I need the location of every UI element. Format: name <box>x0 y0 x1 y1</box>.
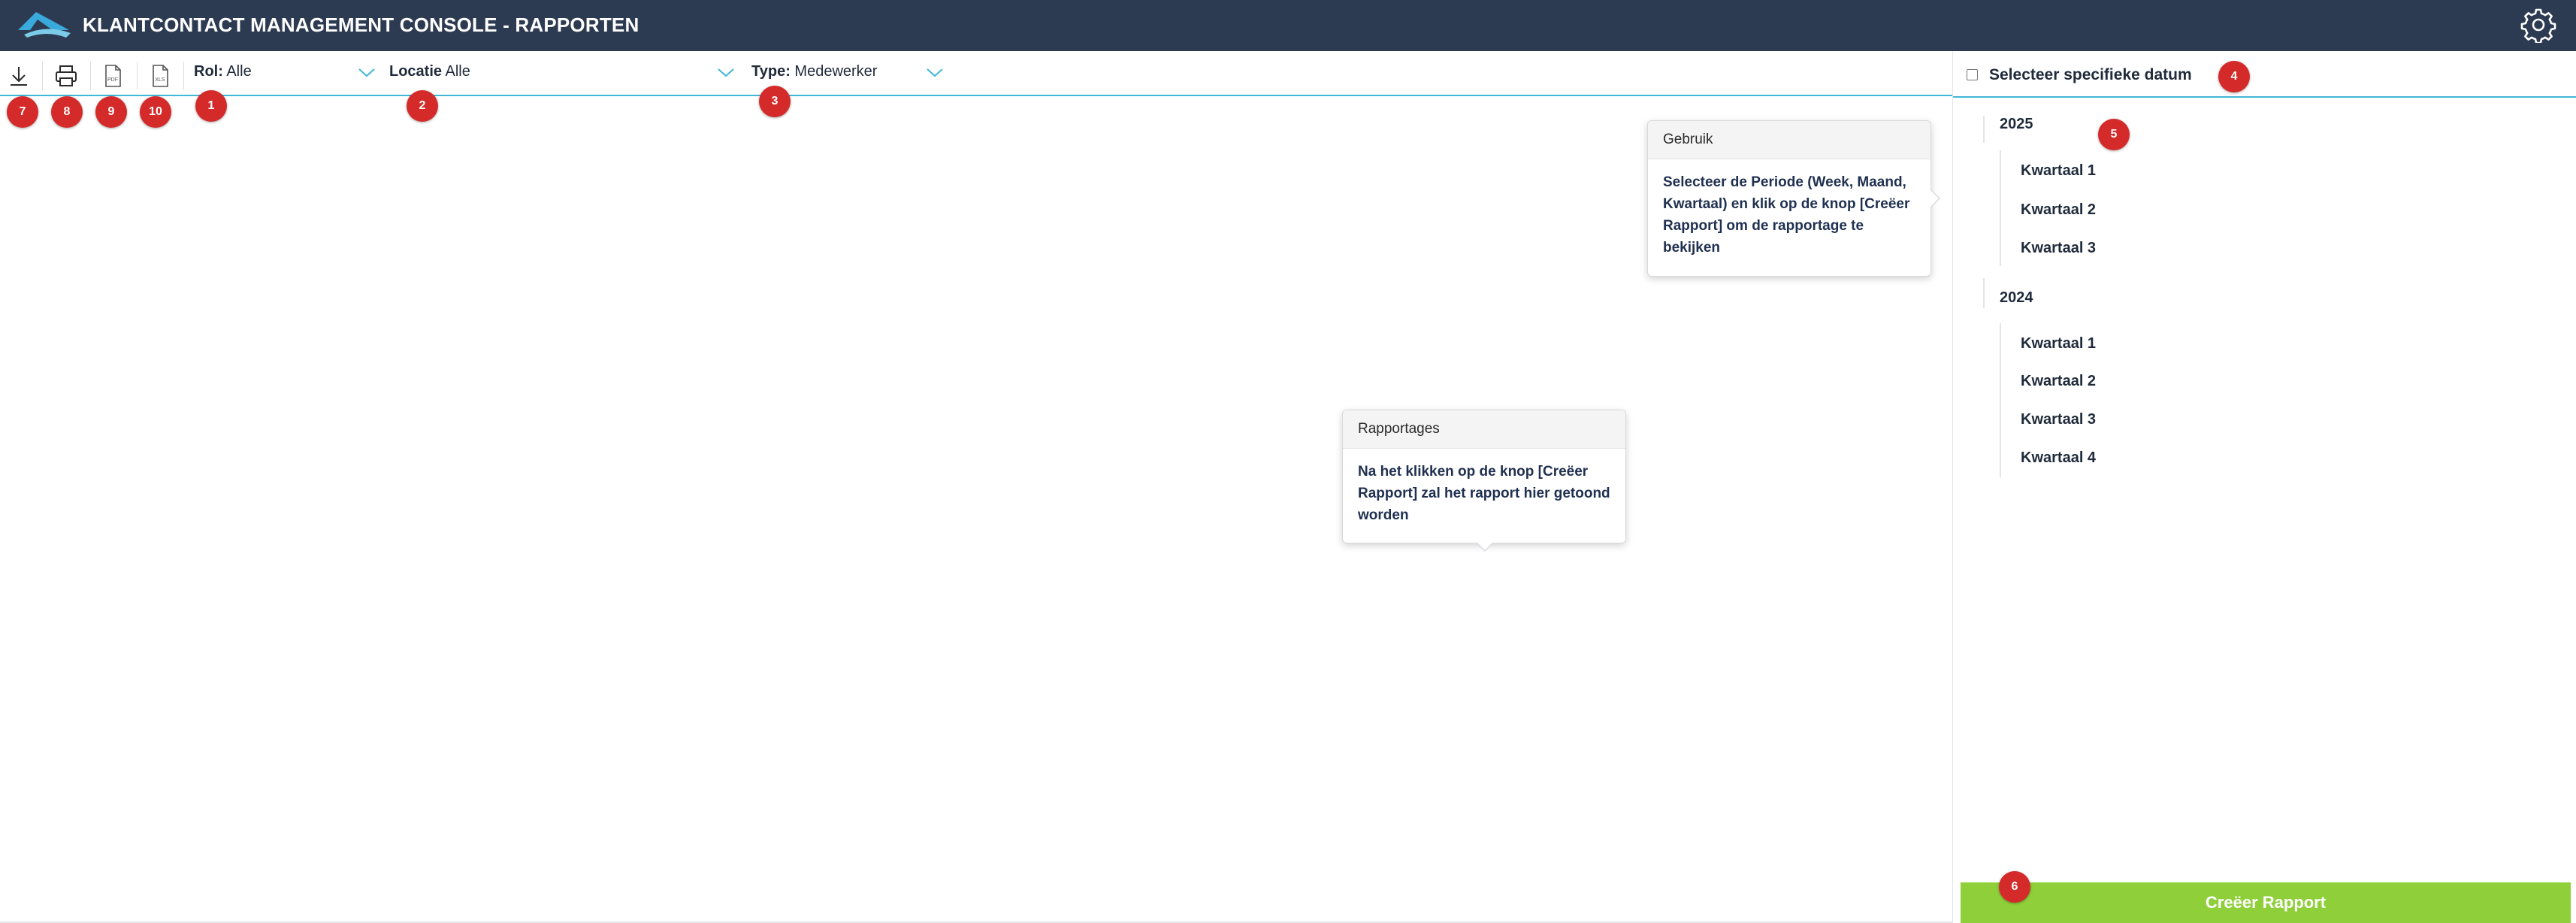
tree-quarter-2024-3[interactable]: Kwartaal 3 <box>2021 411 2096 428</box>
marker-2: 2 <box>407 90 438 122</box>
specific-date-row: Selecteer specifieke datum <box>1953 51 2576 98</box>
filter-role[interactable]: Rol: Alle <box>194 63 252 87</box>
tree-quarter-2024-4[interactable]: Kwartaal 4 <box>2021 449 2096 467</box>
svg-text:XLS: XLS <box>155 77 165 83</box>
app-header: KLANTCONTACT MANAGEMENT CONSOLE - RAPPOR… <box>0 0 2576 51</box>
marker-1: 1 <box>195 90 227 122</box>
pdf-icon[interactable]: PDF <box>100 63 125 89</box>
filter-type[interactable]: Type: Medewerker <box>751 63 877 87</box>
toolbar-divider <box>42 62 43 90</box>
tree-line <box>2000 323 2001 477</box>
reports-popover-title: Rapportages <box>1343 410 1625 449</box>
download-icon[interactable] <box>6 63 32 89</box>
specific-date-label[interactable]: Selecteer specifieke datum <box>1989 66 2192 84</box>
app-title: KLANTCONTACT MANAGEMENT CONSOLE - RAPPOR… <box>83 14 639 36</box>
reports-popover: Rapportages Na het klikken op de knop [C… <box>1342 410 1626 543</box>
filter-type-value: Medewerker <box>794 63 878 80</box>
chevron-down-icon[interactable] <box>358 68 376 78</box>
filter-location-value: Alle <box>445 63 470 80</box>
tree-line <box>1983 278 1985 308</box>
tree-quarter-2024-1[interactable]: Kwartaal 1 <box>2021 335 2096 353</box>
filter-location[interactable]: Locatie Alle <box>389 63 470 87</box>
svg-text:PDF: PDF <box>107 77 118 83</box>
print-icon[interactable] <box>53 63 79 89</box>
filter-type-label: Type: <box>751 63 791 80</box>
toolbar-divider <box>137 62 138 90</box>
marker-4: 4 <box>2218 61 2250 92</box>
marker-10: 10 <box>140 96 171 128</box>
tree-year-2025[interactable]: 2025 <box>2000 116 2033 133</box>
marker-3: 3 <box>759 86 791 117</box>
marker-9: 9 <box>95 96 127 128</box>
tree-line <box>2000 150 2001 266</box>
toolbar-divider <box>90 62 91 90</box>
wave-logo-icon <box>18 12 71 38</box>
filter-location-label: Locatie <box>389 63 443 80</box>
tree-year-2024[interactable]: 2024 <box>2000 289 2033 307</box>
popover-arrow <box>1477 542 1493 550</box>
marker-8: 8 <box>51 96 83 128</box>
marker-5: 5 <box>2098 119 2130 150</box>
tree-quarter-2025-2[interactable]: Kwartaal 2 <box>2021 201 2096 219</box>
chevron-down-icon[interactable] <box>717 68 735 78</box>
popover-arrow <box>1930 190 1939 207</box>
date-selection-panel: Selecteer specifieke datum 2025 Kwartaal… <box>1952 51 2576 923</box>
tree-quarter-2025-1[interactable]: Kwartaal 1 <box>2021 162 2096 180</box>
excel-icon[interactable]: XLS <box>147 63 173 89</box>
marker-6: 6 <box>1999 871 2030 903</box>
reports-popover-body: Na het klikken op de knop [Creëer Rappor… <box>1358 464 1610 523</box>
tree-quarter-2025-3[interactable]: Kwartaal 3 <box>2021 240 2096 257</box>
tree-line <box>1983 116 1985 143</box>
usage-popover-body: Selecteer de Periode (Week, Maand, Kwart… <box>1663 174 1910 256</box>
create-report-button[interactable]: Creëer Rapport <box>1961 882 2571 923</box>
filter-role-value: Alle <box>226 63 252 80</box>
marker-7: 7 <box>7 96 38 128</box>
specific-date-checkbox[interactable] <box>1967 69 1978 80</box>
gear-icon[interactable] <box>2520 7 2556 43</box>
chevron-down-icon[interactable] <box>926 68 944 78</box>
usage-popover: Gebruik Selecteer de Periode (Week, Maan… <box>1647 120 1931 277</box>
usage-popover-title: Gebruik <box>1648 121 1930 159</box>
filter-toolbar: PDF XLS Rol: Alle Locatie Alle Type: Med… <box>0 51 1954 96</box>
toolbar-divider <box>183 62 184 90</box>
filter-role-label: Rol: <box>194 63 223 80</box>
tree-quarter-2024-2[interactable]: Kwartaal 2 <box>2021 373 2096 390</box>
